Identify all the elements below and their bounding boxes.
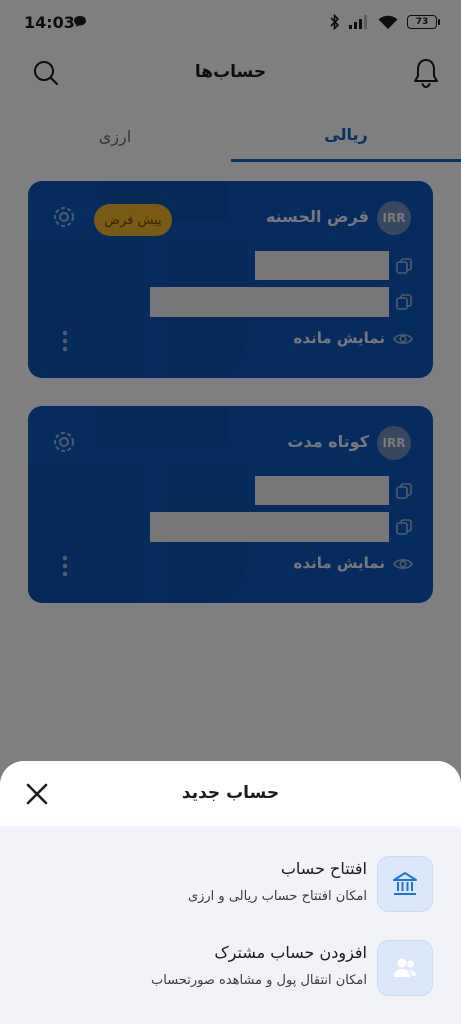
users-icon-glyph [394,958,416,977]
option-title: افزودن حساب مشترک [214,943,367,962]
users-icon [377,940,433,996]
bank-icon [377,856,433,912]
option-subtitle: امکان انتقال پول و مشاهده صورتحساب [151,973,367,988]
sheet-title: حساب جدید [181,783,280,803]
sheet-header: حساب جدید [0,761,461,826]
new-account-sheet: حساب جدید افتتاح حساب امکان افتتاح حساب … [0,761,461,1024]
open-account-option[interactable]: افتتاح حساب امکان افتتاح حساب ریالی و ار… [0,856,461,936]
bank-icon-glyph [393,872,417,895]
option-title: افتتاح حساب [280,859,367,878]
close-icon[interactable] [24,781,50,807]
option-subtitle: امکان افتتاح حساب ریالی و ارزی [187,889,367,904]
add-joint-account-option[interactable]: افزودن حساب مشترک امکان انتقال پول و مشا… [0,940,461,1020]
